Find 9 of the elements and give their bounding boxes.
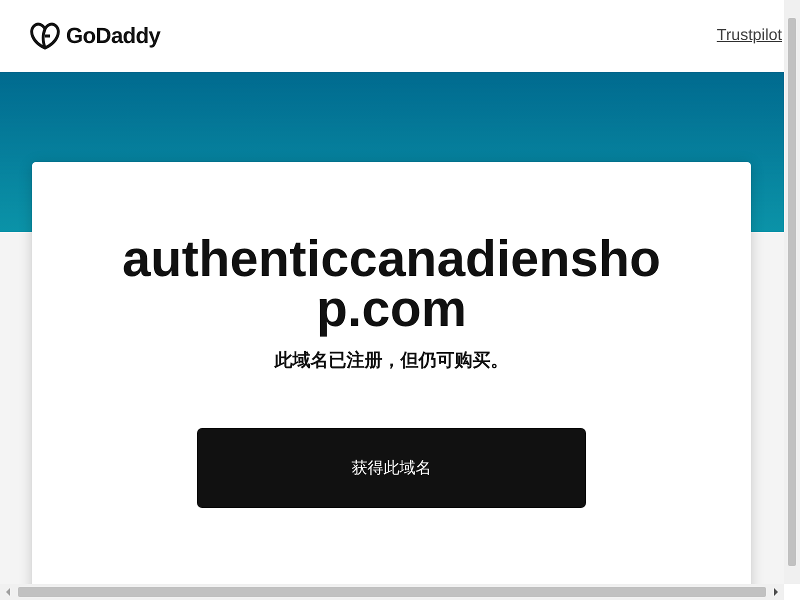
logo-text: GoDaddy bbox=[66, 23, 160, 49]
scroll-right-icon[interactable] bbox=[772, 588, 780, 596]
trustpilot-link[interactable]: Trustpilot bbox=[716, 27, 782, 45]
scroll-left-icon[interactable] bbox=[4, 588, 12, 596]
get-domain-button[interactable]: 获得此域名 bbox=[197, 428, 586, 508]
scrollbar-thumb[interactable] bbox=[18, 587, 766, 597]
scrollbar-thumb[interactable] bbox=[788, 18, 796, 566]
logo-icon bbox=[28, 22, 62, 50]
subtitle: 此域名已注册，但仍可购买。 bbox=[274, 349, 508, 372]
